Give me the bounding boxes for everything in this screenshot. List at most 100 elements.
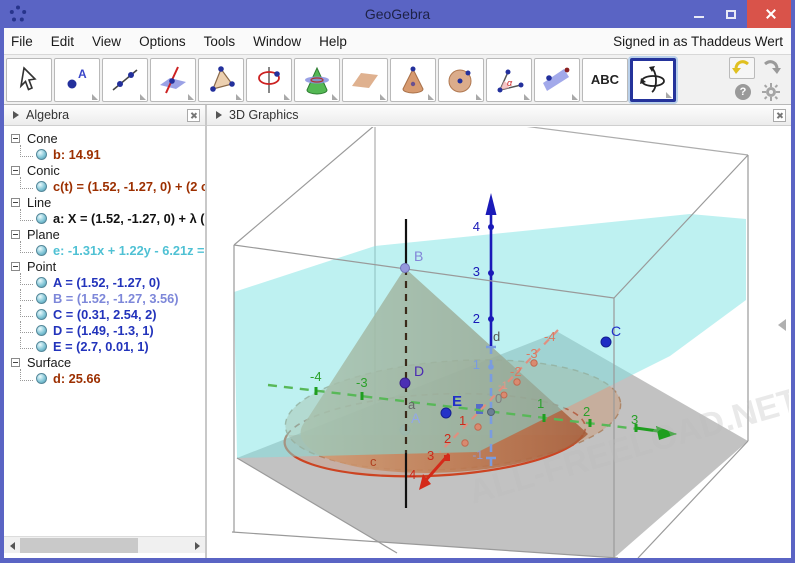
tool-sphere[interactable] — [438, 58, 484, 102]
tree-item-e[interactable]: e: -1.31x + 1.22y - 6.21z = -9 — [4, 242, 205, 258]
point-C[interactable] — [601, 337, 611, 347]
window-title: GeoGebra — [0, 6, 795, 22]
group-label: Cone — [27, 131, 58, 146]
collapse-minus-icon[interactable] — [11, 198, 20, 207]
menu-bar: File Edit View Options Tools Window Help… — [0, 28, 795, 55]
tool-point[interactable]: A — [54, 58, 100, 102]
tree-item-a[interactable]: a: X = (1.52, -1.27, 0) + λ (0, — [4, 210, 205, 226]
tool-polygon[interactable] — [198, 58, 244, 102]
scene-label-A: A — [411, 410, 421, 426]
collapse-minus-icon[interactable] — [11, 166, 20, 175]
3d-view[interactable]: ALL-FREELOAD.NET 4321-1-4-3-1123-4-3-2-1… — [207, 127, 789, 558]
dropdown-arrow-icon — [524, 94, 530, 100]
close-button[interactable] — [747, 0, 795, 28]
tool-cone[interactable] — [390, 58, 436, 102]
left-triangle-icon — [778, 319, 786, 331]
maximize-button[interactable] — [715, 0, 747, 28]
menu-help[interactable]: Help — [310, 34, 356, 49]
visibility-marble-icon[interactable] — [36, 245, 47, 256]
tool-intersect-two-surfaces[interactable] — [294, 58, 340, 102]
help-button[interactable]: ? — [730, 81, 756, 103]
menu-file[interactable]: File — [0, 34, 42, 49]
visibility-marble-icon[interactable] — [36, 325, 47, 336]
visibility-marble-icon[interactable] — [36, 277, 47, 288]
dropdown-arrow-icon — [380, 94, 386, 100]
tool-move[interactable] — [6, 58, 52, 102]
scrollbar-thumb[interactable] — [20, 538, 138, 553]
scene-label-E: E — [452, 393, 462, 410]
group-label: Conic — [27, 163, 60, 178]
collapse-minus-icon[interactable] — [11, 262, 20, 271]
visibility-marble-icon[interactable] — [36, 293, 47, 304]
scroll-right-button[interactable] — [189, 537, 205, 554]
graphics-title: 3D Graphics — [229, 108, 298, 122]
tool-reflect[interactable] — [534, 58, 580, 102]
tree-item-c[interactable]: c(t) = (1.52, -1.27, 0) + (2 cos — [4, 178, 205, 194]
graphics-close-button[interactable] — [773, 109, 786, 122]
scene-label-1: 1 — [459, 413, 466, 428]
minimize-icon — [694, 16, 704, 18]
tree-connector — [20, 289, 33, 301]
visibility-marble-icon[interactable] — [36, 373, 47, 384]
point-D[interactable] — [400, 378, 410, 388]
visibility-marble-icon[interactable] — [36, 181, 47, 192]
svg-text:α: α — [507, 78, 513, 88]
tree-group-point[interactable]: Point — [4, 258, 205, 274]
point-B[interactable] — [401, 264, 410, 273]
tree-item-B[interactable]: B = (1.52, -1.27, 3.56) — [4, 290, 205, 306]
visibility-marble-icon[interactable] — [36, 149, 47, 160]
tree-group-line[interactable]: Line — [4, 194, 205, 210]
tree-connector — [20, 273, 33, 285]
tree-group-cone[interactable]: Cone — [4, 130, 205, 146]
tool-perpendicular-line[interactable] — [150, 58, 196, 102]
left-arrow-icon — [10, 542, 15, 550]
algebra-horizontal-scrollbar[interactable] — [4, 536, 205, 553]
graphics-collapse-icon[interactable] — [216, 111, 222, 119]
collapse-minus-icon[interactable] — [11, 134, 20, 143]
menu-edit[interactable]: Edit — [42, 34, 83, 49]
cone-icon — [397, 64, 429, 96]
tree-item-A[interactable]: A = (1.52, -1.27, 0) — [4, 274, 205, 290]
scroll-left-button[interactable] — [4, 537, 20, 554]
tree-group-surface[interactable]: Surface — [4, 354, 205, 370]
visibility-marble-icon[interactable] — [36, 309, 47, 320]
tool-line[interactable] — [102, 58, 148, 102]
visibility-marble-icon[interactable] — [36, 213, 47, 224]
tree-item-b[interactable]: b: 14.91 — [4, 146, 205, 162]
toolbar-right-cluster: ? — [729, 57, 785, 103]
collapse-minus-icon[interactable] — [11, 230, 20, 239]
item-value: a: X = (1.52, -1.27, 0) + λ (0, — [53, 211, 205, 226]
tree-group-conic[interactable]: Conic — [4, 162, 205, 178]
point-E[interactable] — [441, 408, 451, 418]
tree-item-C[interactable]: C = (0.31, 2.54, 2) — [4, 306, 205, 322]
algebra-collapse-icon[interactable] — [13, 111, 19, 119]
close-icon — [776, 112, 783, 119]
settings-button[interactable] — [758, 81, 784, 103]
algebra-close-button[interactable] — [187, 109, 200, 122]
panel-splitter-collapse-button[interactable] — [778, 319, 788, 335]
scene-label-D: D — [414, 363, 424, 379]
minimize-button[interactable] — [683, 0, 715, 28]
tree-item-E[interactable]: E = (2.7, 0.01, 1) — [4, 338, 205, 354]
menu-window[interactable]: Window — [244, 34, 310, 49]
menu-options[interactable]: Options — [130, 34, 195, 49]
tree-item-D[interactable]: D = (1.49, -1.3, 1) — [4, 322, 205, 338]
tree-item-d[interactable]: d: 25.66 — [4, 370, 205, 386]
menu-tools[interactable]: Tools — [195, 34, 245, 49]
tree-group-plane[interactable]: Plane — [4, 226, 205, 242]
tool-circle-with-axis[interactable] — [246, 58, 292, 102]
polygon-icon — [205, 64, 237, 96]
dropdown-arrow-icon — [332, 94, 338, 100]
tool-plane[interactable] — [342, 58, 388, 102]
menu-view[interactable]: View — [83, 34, 130, 49]
visibility-marble-icon[interactable] — [36, 341, 47, 352]
collapse-minus-icon[interactable] — [11, 358, 20, 367]
angle-icon: α — [493, 64, 525, 96]
undo-button[interactable] — [729, 57, 755, 79]
tool-angle[interactable]: α — [486, 58, 532, 102]
close-icon — [765, 8, 777, 20]
redo-button[interactable] — [758, 57, 784, 79]
scene-label-2: 2 — [473, 311, 480, 326]
tool-rotate-3d-view[interactable] — [630, 58, 676, 102]
tool-text[interactable]: ABC — [582, 58, 628, 102]
